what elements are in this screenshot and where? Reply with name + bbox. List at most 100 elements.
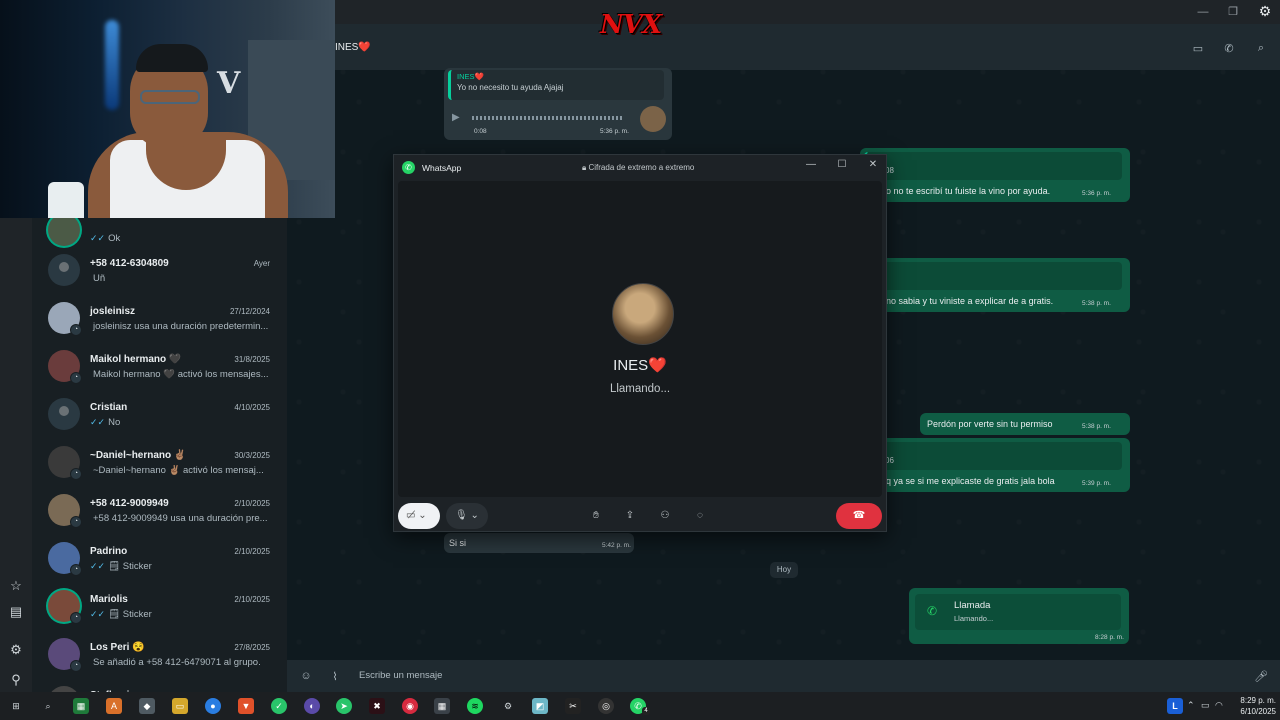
timer-icon: ◔ bbox=[70, 612, 82, 624]
call-window-title: WhatsApp bbox=[422, 163, 462, 173]
star-icon[interactable]: ☆ bbox=[8, 578, 24, 594]
chat-list-item[interactable]: ◔ Maikol hermano 🖤 31/8/2025 Maikol hermano… bbox=[32, 344, 287, 392]
minimize-button[interactable]: — bbox=[1188, 3, 1218, 21]
call-card-inner bbox=[915, 594, 1121, 630]
chat-list-item[interactable]: ◔ Mariolis 2/10/2025 ✓✓ 🗒 Sticker bbox=[32, 584, 287, 632]
chat-preview-text: ~Daniel~hernano ✌🏽 activó los mensaj... bbox=[93, 465, 264, 476]
language-indicator[interactable]: L bbox=[1167, 698, 1183, 714]
chat-preview-text: 🗒 Sticker bbox=[108, 609, 152, 620]
maximize-button[interactable]: ❐ bbox=[1218, 3, 1248, 21]
app-icon-cube[interactable]: ◆ bbox=[139, 698, 155, 714]
search-icon[interactable]: ⌕ bbox=[1254, 42, 1268, 56]
raise-hand-icon[interactable]: ✋︎ bbox=[587, 507, 605, 525]
webcam-cup bbox=[48, 182, 84, 218]
end-call-button[interactable]: ☎ bbox=[836, 503, 882, 529]
chat-time: 27/12/2024 bbox=[229, 307, 270, 316]
battery-icon[interactable]: ▭ bbox=[1201, 700, 1210, 711]
chat-list-item[interactable]: Cristian 4/10/2025 ✓✓ No bbox=[32, 392, 287, 440]
chat-time: 31/8/2025 bbox=[234, 355, 270, 364]
call-window[interactable]: ✆ WhatsApp 🔒︎ Cifrada de extremo a extre… bbox=[393, 154, 887, 532]
chevron-up-icon[interactable]: ⌃ bbox=[1187, 700, 1195, 711]
app-icon-arrow[interactable]: ➤ bbox=[336, 698, 352, 714]
app-icon-purple[interactable]: ◐ bbox=[304, 698, 320, 714]
camera-toggle-button[interactable]: ▭̸ ⌄ bbox=[398, 503, 440, 529]
chat-list-item[interactable]: ◔Stefhani2/10/2025 bbox=[32, 680, 287, 692]
app-icon-tile[interactable]: ◩ bbox=[532, 698, 548, 714]
audio-waveform[interactable] bbox=[472, 116, 622, 120]
clock-time: 8:29 p. m. bbox=[1240, 696, 1276, 705]
attach-icon[interactable]: ⌇ bbox=[328, 670, 342, 684]
search-icon[interactable]: ⌕ bbox=[40, 698, 56, 714]
chat-time: 27/8/2025 bbox=[234, 643, 270, 652]
chat-list-item[interactable]: ◔ Padrino 2/10/2025 ✓✓ 🗒 Sticker bbox=[32, 536, 287, 584]
chat-name: +58 412-6304809 bbox=[90, 258, 169, 269]
spreadsheet-app-icon[interactable]: ▦ bbox=[73, 698, 89, 714]
call-stage: INES❤️ Llamando... bbox=[398, 181, 882, 497]
nvx-logo: NVX bbox=[600, 10, 662, 40]
gear-icon[interactable]: ⚙ bbox=[1256, 3, 1274, 21]
chat-list-item[interactable]: ◔ ~Daniel~hernano ✌🏽 30/3/2025 ~Daniel~hern… bbox=[32, 440, 287, 488]
chat-list-item[interactable]: ◔ Los Peri 😵 27/8/2025 Se añadió a +58 412-… bbox=[32, 632, 287, 680]
windows-start-icon[interactable]: ⊞ bbox=[8, 698, 24, 714]
emoji-icon[interactable]: ☺ bbox=[299, 670, 313, 684]
chat-list-item[interactable]: ◔ +58 412-9009949 2/10/2025 +58 412-9009949… bbox=[32, 488, 287, 536]
chevron-down-icon[interactable]: ⌄ bbox=[418, 510, 426, 521]
call-close-button[interactable]: ✕ bbox=[862, 159, 884, 173]
read-ticks-icon: ✓✓ bbox=[90, 233, 106, 243]
app-icon-dark[interactable]: ◎ bbox=[598, 698, 614, 714]
call-maximize-button[interactable]: ☐ bbox=[831, 159, 853, 173]
add-participant-icon[interactable]: ⚇ bbox=[656, 507, 674, 525]
audio-position: 0:08 bbox=[474, 128, 487, 135]
phone-icon[interactable]: ✆ bbox=[1222, 42, 1236, 56]
call-minimize-button[interactable]: — bbox=[800, 159, 822, 173]
app-icon-red-x[interactable]: ✖ bbox=[369, 698, 385, 714]
avatar[interactable] bbox=[48, 218, 80, 246]
message-outgoing-2[interactable]: no sabia y tu viniste a explicar de a gr… bbox=[860, 258, 1130, 312]
profile-icon[interactable]: ⚲ bbox=[8, 672, 24, 688]
message-text-2: no sabia y tu viniste a explicar de a gr… bbox=[886, 296, 1054, 306]
folder-icon[interactable]: ▭ bbox=[172, 698, 188, 714]
app-icon-a[interactable]: A bbox=[106, 698, 122, 714]
archive-icon[interactable]: ▤ bbox=[8, 604, 24, 620]
webcam-letter-decoration: V bbox=[217, 66, 241, 101]
microphone-toggle-button[interactable]: 🎙︎ ⌄ bbox=[446, 503, 488, 529]
audio-time: 5:36 p. m. bbox=[600, 128, 629, 135]
timer-icon: ◔ bbox=[70, 564, 82, 576]
timer-icon: ◔ bbox=[70, 516, 82, 528]
settings-icon[interactable]: ⚙ bbox=[8, 642, 24, 658]
message-incoming-audio[interactable]: INES❤️ Yo no necesito tu ayuda Ajajaj ▶ … bbox=[444, 68, 672, 140]
chat-name: josleinisz bbox=[90, 306, 136, 317]
chat-preview: ✓✓ No bbox=[90, 417, 275, 428]
microphone-icon[interactable]: 🎤︎ bbox=[1254, 670, 1268, 684]
message-outgoing-3[interactable]: Perdón por verte sin tu permiso 5:38 p. … bbox=[920, 413, 1130, 435]
message-time-4: 5:39 p. m. bbox=[1082, 480, 1111, 487]
share-screen-icon[interactable]: ⇪ bbox=[621, 507, 639, 525]
message-outgoing-4[interactable]: 06 q ya se si me explicaste de gratis ja… bbox=[860, 438, 1130, 492]
message-incoming-5[interactable]: Si si 5:42 p. m. bbox=[444, 533, 634, 553]
capcut-icon[interactable]: ✂ bbox=[565, 698, 581, 714]
message-input[interactable]: Escribe un mensaje bbox=[359, 670, 442, 681]
message-outgoing-1[interactable]: 08 o no te escribí tu fuiste la vino por… bbox=[860, 148, 1130, 202]
chat-preview: Uñ bbox=[90, 273, 275, 284]
chat-header-name[interactable]: INES❤️ bbox=[335, 42, 371, 53]
chat-list-item[interactable]: +58 412-6304809 Ayer Uñ bbox=[32, 248, 287, 296]
app-icon-record[interactable]: ◉ bbox=[402, 698, 418, 714]
app-icon-green[interactable]: ✓ bbox=[271, 698, 287, 714]
play-icon[interactable]: ▶ bbox=[452, 112, 460, 123]
video-call-icon[interactable]: ▭ bbox=[1191, 42, 1205, 56]
chevron-down-icon[interactable]: ⌄ bbox=[470, 510, 478, 521]
quoted-message[interactable]: INES❤️ Yo no necesito tu ayuda Ajajaj bbox=[448, 70, 664, 100]
avatar[interactable] bbox=[48, 398, 80, 430]
spotify-icon[interactable]: ≋ bbox=[467, 698, 483, 714]
calculator-icon[interactable]: ▦ bbox=[434, 698, 450, 714]
chat-icon[interactable]: ◌ bbox=[691, 507, 709, 525]
chrome-icon[interactable]: ● bbox=[205, 698, 221, 714]
quoted-text: Yo no necesito tu ayuda Ajajaj bbox=[457, 83, 564, 92]
brave-icon[interactable]: ▼ bbox=[238, 698, 254, 714]
call-message-card[interactable]: ✆ Llamada Llamando... 8:28 p. m. bbox=[909, 588, 1129, 644]
wifi-icon[interactable]: ◠ bbox=[1215, 700, 1223, 711]
avatar[interactable] bbox=[48, 254, 80, 286]
steam-icon[interactable]: ⚙ bbox=[500, 698, 516, 714]
chat-list-item[interactable]: ◔ josleinisz 27/12/2024 josleinisz usa una … bbox=[32, 296, 287, 344]
system-clock[interactable]: 8:29 p. m. 6/10/2025 bbox=[1230, 695, 1276, 717]
